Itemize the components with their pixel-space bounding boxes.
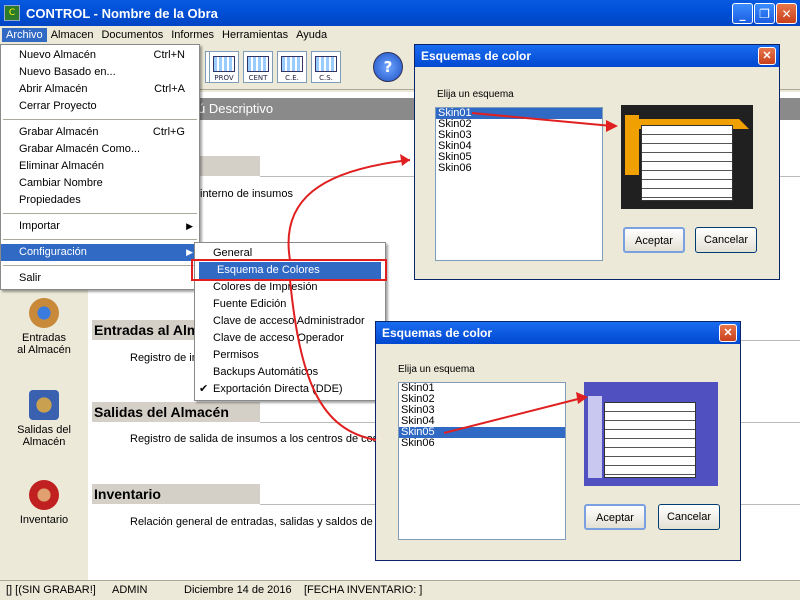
section-title-salidas: Salidas del Almacén xyxy=(92,402,260,422)
section-desc-0: interno de insumos xyxy=(200,188,293,200)
tool-prov-button[interactable]: PROV xyxy=(209,51,239,83)
menu-item-nuevo-basado[interactable]: Nuevo Basado en... xyxy=(1,64,199,81)
menu-separator xyxy=(3,265,197,266)
entradas-nav[interactable]: Entradas al Almacén xyxy=(0,298,88,356)
section-desc-salidas: Registro de salida de insumos a los cent… xyxy=(130,433,379,445)
submenu-item-clave-operador[interactable]: Clave de acceso Operador xyxy=(195,330,385,347)
dialog-title: Esquemas de color ✕ xyxy=(376,322,740,344)
boxes-icon xyxy=(29,390,59,420)
close-button[interactable]: ✕ xyxy=(776,3,797,24)
entradas-label: Entradas xyxy=(21,332,67,344)
checkmark-icon: ✔ xyxy=(199,383,209,395)
cancel-button[interactable]: Cancelar xyxy=(695,227,757,253)
menu-item-salir[interactable]: Salir xyxy=(1,270,199,287)
menu-documentos[interactable]: Documentos xyxy=(97,28,167,42)
save-status: [] [(SIN GRABAR!] xyxy=(6,584,96,596)
section-desc-entradas: Registro de in xyxy=(130,352,198,364)
list-item[interactable]: Skin06 xyxy=(399,438,565,449)
status-bar: [] [(SIN GRABAR!] ADMIN Diciembre 14 de … xyxy=(0,580,800,600)
menu-informes[interactable]: Informes xyxy=(167,28,218,42)
inventario-label: Inventario xyxy=(19,514,69,526)
tool-cent-button[interactable]: CENT xyxy=(243,51,273,83)
submenu-item-general[interactable]: General xyxy=(195,245,385,262)
minimize-button[interactable]: _ xyxy=(732,3,753,24)
submenu-item-exportacion-dde[interactable]: ✔ Exportación Directa (DDE) xyxy=(195,381,385,398)
tool-cs-button[interactable]: C.S. xyxy=(311,51,341,83)
configuracion-submenu: General Esquema de Colores Colores de Im… xyxy=(194,242,386,401)
person-icon xyxy=(29,480,59,510)
color-scheme-dialog-1: Esquemas de color ✕ Elija un esquema Ski… xyxy=(414,44,780,280)
list-item[interactable]: Skin06 xyxy=(436,163,602,174)
menu-item-configuracion[interactable]: Configuración ▶ xyxy=(1,244,199,261)
salidas-nav[interactable]: Salidas del Almacén xyxy=(0,390,88,448)
menu-item-cerrar-proyecto[interactable]: Cerrar Proyecto xyxy=(1,98,199,115)
help-icon[interactable]: ? xyxy=(373,52,403,82)
menu-separator xyxy=(3,239,197,240)
menu-archivo[interactable]: Archivo xyxy=(2,28,47,42)
cancel-button[interactable]: Cancelar xyxy=(658,504,720,530)
salidas-label: Salidas del xyxy=(17,424,71,436)
menu-herramientas[interactable]: Herramientas xyxy=(218,28,292,42)
submenu-item-permisos[interactable]: Permisos xyxy=(195,347,385,364)
scheme-listbox[interactable]: Skin01 Skin02 Skin03 Skin04 Skin05 Skin0… xyxy=(435,107,603,261)
entradas-label2: al Almacén xyxy=(17,344,71,356)
date-status: Diciembre 14 de 2016 xyxy=(184,584,292,596)
menu-ayuda[interactable]: Ayuda xyxy=(292,28,331,42)
skin01-preview xyxy=(621,105,753,209)
submenu-item-esquema-colores[interactable]: Esquema de Colores xyxy=(199,262,381,279)
close-icon[interactable]: ✕ xyxy=(758,47,776,65)
menu-item-grabar-como[interactable]: Grabar Almacén Como... xyxy=(1,141,199,158)
menu-almacen[interactable]: Almacen xyxy=(47,28,98,42)
dialog-title: Esquemas de color ✕ xyxy=(415,45,779,67)
submenu-item-backups[interactable]: Backups Automáticos xyxy=(195,364,385,381)
menu-separator xyxy=(3,213,197,214)
tool-ce-button[interactable]: C.E. xyxy=(277,51,307,83)
dialog-label: Elija un esquema xyxy=(437,89,514,100)
submenu-arrow-icon: ▶ xyxy=(186,247,193,257)
accept-button[interactable]: Aceptar xyxy=(584,504,646,530)
submenu-arrow-icon: ▶ xyxy=(186,221,193,231)
salidas-label2: Almacén xyxy=(22,436,66,448)
accept-button[interactable]: Aceptar xyxy=(623,227,685,253)
menu-separator xyxy=(3,119,197,120)
menu-item-grabar-almacen[interactable]: Grabar Almacén Ctrl+G xyxy=(1,124,199,141)
submenu-item-clave-admin[interactable]: Clave de acceso Administrador xyxy=(195,313,385,330)
user-status: ADMIN xyxy=(112,584,148,596)
left-panel: Entradas al Almacén Salidas del Almacén … xyxy=(0,290,88,580)
title-bar: C CONTROL - Nombre de la Obra _ ❐ ✕ xyxy=(0,0,800,26)
scheme-listbox[interactable]: Skin01 Skin02 Skin03 Skin04 Skin05 Skin0… xyxy=(398,382,566,540)
menu-item-importar[interactable]: Importar ▶ xyxy=(1,218,199,235)
window-title: CONTROL - Nombre de la Obra xyxy=(26,5,218,21)
color-scheme-dialog-2: Esquemas de color ✕ Elija un esquema Ski… xyxy=(375,321,741,561)
dialog-label: Elija un esquema xyxy=(398,364,475,375)
archivo-menu: Nuevo Almacén Ctrl+N Nuevo Basado en... A… xyxy=(0,44,200,290)
submenu-item-fuente-edicion[interactable]: Fuente Edición xyxy=(195,296,385,313)
skin05-preview xyxy=(584,382,718,486)
menu-item-abrir-almacen[interactable]: Abrir Almacén Ctrl+A xyxy=(1,81,199,98)
menu-item-eliminar-almacen[interactable]: Eliminar Almacén xyxy=(1,158,199,175)
menu-bar: Archivo Almacen Documentos Informes Herr… xyxy=(0,26,800,44)
inventario-nav[interactable]: Inventario xyxy=(0,480,88,526)
inventory-status: [FECHA INVENTARIO: ] xyxy=(304,584,423,596)
maximize-button[interactable]: ❐ xyxy=(754,3,775,24)
menu-item-propiedades[interactable]: Propiedades xyxy=(1,192,199,209)
menu-item-cambiar-nombre[interactable]: Cambiar Nombre xyxy=(1,175,199,192)
close-icon[interactable]: ✕ xyxy=(719,324,737,342)
submenu-item-colores-impresion[interactable]: Colores de Impresión xyxy=(195,279,385,296)
menu-item-nuevo-almacen[interactable]: Nuevo Almacén Ctrl+N xyxy=(1,47,199,64)
person-box-icon xyxy=(29,298,59,328)
section-desc-inventario: Relación general de entradas, salidas y … xyxy=(130,516,385,528)
app-icon: C xyxy=(4,5,20,21)
section-title-inventario: Inventario xyxy=(92,484,260,504)
